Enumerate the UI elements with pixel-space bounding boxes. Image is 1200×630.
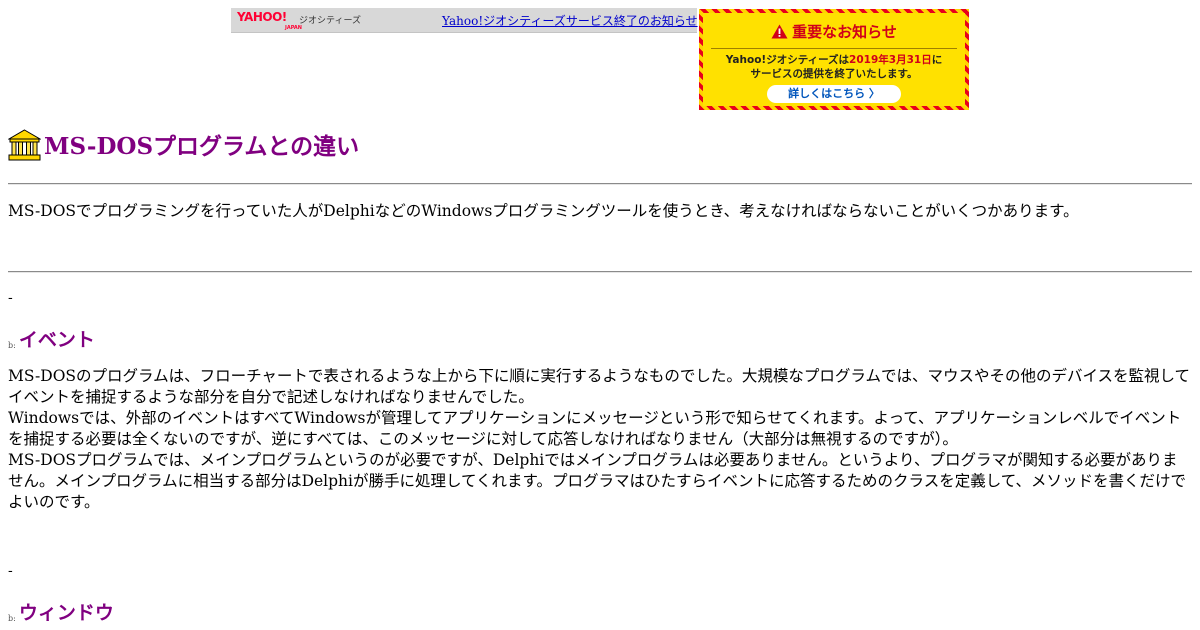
page-title: MS-DOSプログラムとの違い [8,127,359,161]
notice-inner: 重要なお知らせ Yahoo!ジオシティーズは2019年3月31日に サービスの提… [703,13,965,106]
building-icon [8,129,41,161]
notice-date: 2019年3月31日 [849,54,932,66]
notice-divider [711,48,957,49]
divider-middle [8,271,1192,273]
event-paragraph-1: MS-DOSのプログラムは、フローチャートで表されるような上から下に順に実行する… [8,367,1191,406]
bullet-image-icon: b: [8,341,16,350]
details-button[interactable]: 詳しくはこちら 〉 [767,85,901,103]
page-title-text: MS-DOSプログラムとの違い [44,133,360,160]
section-heading-event: b: イベント [8,325,95,352]
notice-text: Yahoo!ジオシティーズは2019年3月31日に サービスの提供を終了いたしま… [703,53,965,81]
separator-dash-2: - [8,563,13,579]
bullet-image-icon-2: b: [8,614,16,623]
warning-icon [771,24,788,39]
section-heading-window: b: ウィンドウ [8,598,114,625]
notice-title-text: 重要なお知らせ [792,23,897,41]
yahoo-banner: YAHOO! JAPAN ジオシティーズ Yahoo!ジオシティーズサービス終了… [231,8,698,33]
separator-dash-1: - [8,290,13,306]
notice-title: 重要なお知らせ [703,21,965,42]
geocities-label: ジオシティーズ [299,16,362,26]
section-heading-event-text: イベント [18,329,95,351]
section-heading-window-text: ウィンドウ [18,602,114,624]
intro-text: MS-DOSでプログラミングを行っていた人がDelphiなどのWindowsプロ… [8,202,1079,220]
event-paragraph-3: MS-DOSプログラムでは、メインプログラムというのが必要ですが、Delphiで… [8,451,1186,511]
divider-top [8,183,1192,185]
notice-line1-post: に [931,54,943,66]
notice-line2: サービスの提供を終了いたします。 [750,68,918,80]
event-paragraph-2: Windowsでは、外部のイベントはすべてWindowsが管理してアプリケーショ… [8,409,1182,448]
notice-line1-pre: Yahoo!ジオシティーズは [725,54,850,66]
service-end-link[interactable]: Yahoo!ジオシティーズサービス終了のお知らせ [442,12,698,29]
yahoo-logo[interactable]: YAHOO! JAPAN [237,11,302,31]
important-notice-box[interactable]: 重要なお知らせ Yahoo!ジオシティーズは2019年3月31日に サービスの提… [699,9,969,110]
